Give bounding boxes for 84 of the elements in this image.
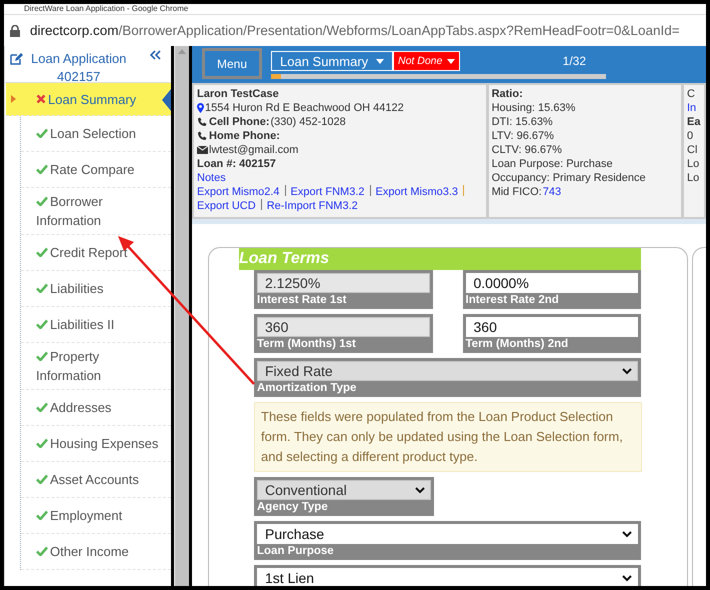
ratio-text: CLTV: 96.67%: [492, 143, 563, 157]
loan-number-text: Loan #: 402157: [197, 157, 277, 171]
sidebar-item[interactable]: Loan Selection: [21, 116, 171, 152]
export-link[interactable]: Export FNM3.2: [290, 186, 364, 198]
cut-text: Ea: [687, 115, 701, 129]
field-label: Loan Purpose: [257, 544, 335, 558]
chevron-icon: [622, 574, 632, 582]
window-title: DirectWare Loan Application - Google Chrome: [23, 4, 190, 14]
info-notice: These fields were populated from the Loan Product Selection form. They can only be updated using the Loan Selection form, and selecting a different product type.: [254, 402, 642, 472]
cut-text: In: [687, 101, 698, 115]
address-text: 1554 Huron Rd E Beachwood OH 44122: [205, 101, 404, 115]
field-value: Fixed Rate: [265, 363, 333, 379]
field-label: Term (Months) 1st: [257, 337, 357, 351]
edit-icon: [9, 52, 23, 66]
field-label: Interest Rate 1st: [257, 293, 348, 307]
form-field[interactable]: 360 Term (Months) 2nd: [462, 314, 641, 353]
sidebar-item[interactable]: Asset Accounts: [21, 462, 171, 498]
chevron-icon: [415, 486, 425, 494]
field-value: Purchase: [265, 526, 324, 542]
ratio-text: Loan Purpose: Purchase: [492, 157, 614, 171]
collapse-icon[interactable]: [150, 50, 161, 60]
loan-number: 402157: [57, 68, 100, 86]
borrower-name: Laron TestCase: [197, 87, 280, 101]
sidebar-item[interactable]: Employment: [21, 498, 171, 534]
cut-text: Cl: [687, 143, 698, 157]
field-label: Term (Months) 2nd: [466, 337, 570, 351]
field-value: 360: [265, 319, 288, 335]
sidebar-item[interactable]: Property Information: [21, 343, 171, 390]
cell-phone-label: Cell Phone:: [209, 115, 270, 129]
sidebar-item[interactable]: Liabilities: [21, 271, 171, 307]
sidebar-item[interactable]: Liabilities II: [21, 307, 171, 343]
export-link[interactable]: Re-Import FNM3.2: [266, 200, 358, 212]
sidebar-item[interactable]: Other Income: [21, 534, 171, 570]
cut-text: 0: [687, 129, 694, 143]
fico-link[interactable]: 743: [542, 185, 562, 199]
page-dropdown[interactable]: Loan Summary: [271, 51, 393, 71]
field-label: Agency Type: [257, 500, 329, 514]
form-field[interactable]: 0.0000% Interest Rate 2nd: [462, 270, 641, 309]
caret-icon: [447, 58, 455, 64]
field-value: 2.1250%: [265, 275, 320, 291]
ratio-text: DTI: 15.63%: [492, 115, 554, 129]
field-value: 0.0000%: [474, 275, 529, 291]
status-dropdown[interactable]: Not Done: [393, 51, 460, 71]
ratio-text: LTV: 96.67%: [492, 129, 555, 143]
fico-label: Mid FICO:: [492, 185, 542, 199]
field-value: Conventional: [265, 482, 347, 498]
chevron-icon: [622, 368, 632, 374]
home-phone-label: Home Phone:: [209, 129, 280, 143]
notes-link[interactable]: Notes: [197, 171, 483, 185]
map-pin-icon: [197, 103, 204, 113]
cell-phone-value: (330) 452-1028: [270, 115, 346, 129]
sidebar-item[interactable]: Addresses: [21, 390, 171, 426]
export-link[interactable]: Export Mismo3.3: [376, 186, 458, 198]
envelope-icon: [197, 146, 208, 154]
caret-icon: [11, 95, 16, 103]
caret-icon: [376, 58, 384, 64]
chevron-icon: [622, 530, 632, 538]
field-value: 1st Lien: [265, 570, 314, 586]
cut-text: Lo: [687, 171, 700, 185]
cut-text: C: [687, 87, 696, 101]
scroll-up-icon[interactable]: [178, 49, 186, 54]
email-text: lwtest@gmail.com: [209, 143, 298, 157]
lock-icon: [10, 24, 20, 36]
sidebar-item[interactable]: Loan Summary: [6, 83, 171, 116]
sidebar-item[interactable]: Rate Compare: [21, 152, 171, 188]
cut-text: Lo: [687, 157, 700, 171]
export-link[interactable]: Export Mismo2.4: [197, 186, 280, 198]
field-label: Interest Rate 2nd: [466, 293, 560, 307]
ratio-text: Housing: 15.63%: [492, 101, 576, 115]
menu-button[interactable]: Menu: [202, 48, 262, 79]
sidebar-item[interactable]: Housing Expenses: [21, 426, 171, 462]
export-link[interactable]: Export UCD: [197, 200, 256, 212]
url-text: directcorp.com/BorrowerApplication/Presentation/Webforms/LoanAppTabs.aspx?RemHeadFootr=0&LoanId=: [30, 23, 680, 38]
form-field[interactable]: Purchase Loan Purpose: [254, 521, 641, 560]
sidebar-title: Loan Application: [31, 50, 126, 68]
page-count: 1/32: [562, 54, 586, 68]
sidebar-item[interactable]: Borrower Information: [21, 188, 171, 235]
ratio-text: Occupancy: Primary Residence: [492, 171, 647, 185]
section-title: Loan Terms: [239, 250, 330, 267]
field-value: 360: [474, 319, 497, 335]
field-label: Amortization Type: [257, 381, 358, 395]
form-field[interactable]: 1st Lien: [254, 565, 641, 586]
ratio-title: Ratio:: [492, 87, 524, 101]
scrollbar[interactable]: [174, 46, 189, 586]
